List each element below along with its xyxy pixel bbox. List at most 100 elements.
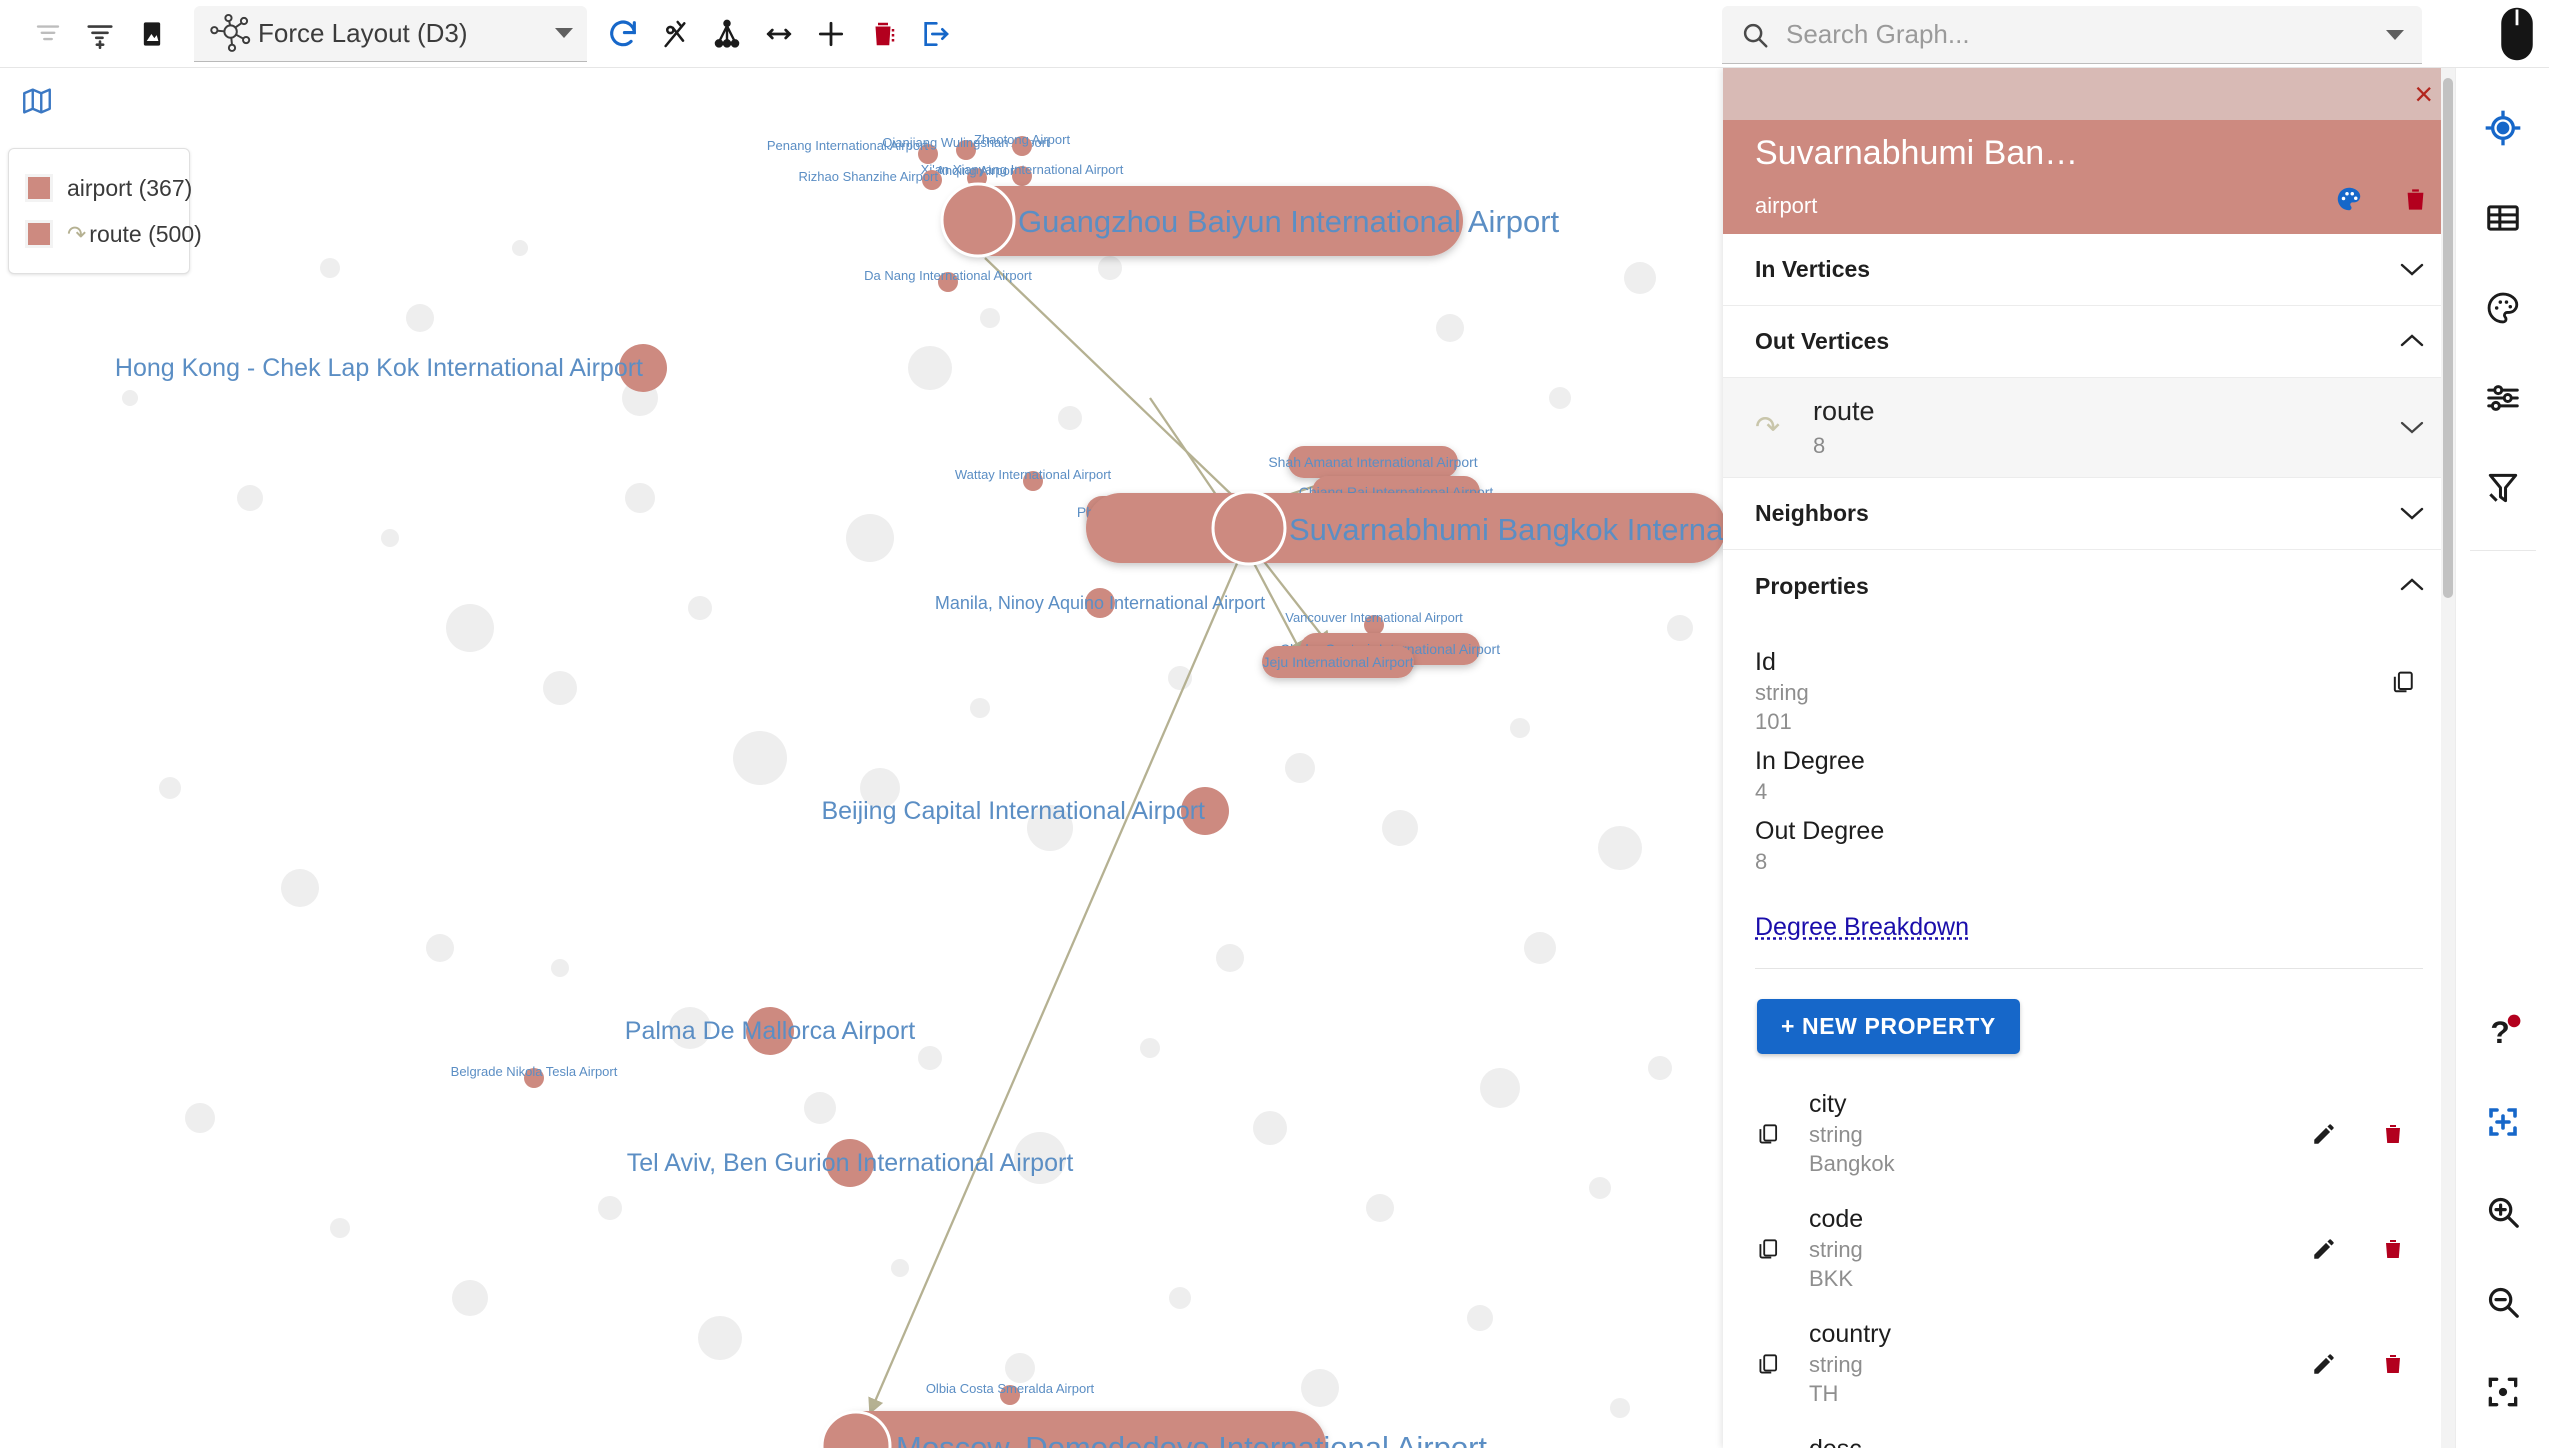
selected-node-guangzhou[interactable]: Guangzhou Baiyun International Airport	[942, 184, 1560, 256]
degree-breakdown-link[interactable]: Degree Breakdown	[1755, 913, 1969, 942]
properties-body: Id string 101 In Degree 4 Out Degree 8 D…	[1723, 622, 2455, 1448]
chevron-up-icon[interactable]	[2399, 573, 2425, 599]
pill-jeju[interactable]: Jeju International Airport	[1262, 646, 1414, 678]
node-zhaotong[interactable]: Zhaotong Airport	[974, 132, 1071, 156]
zoom-out-icon[interactable]	[2473, 1272, 2533, 1332]
out-vertex-item-route[interactable]: ↷ route 8	[1723, 378, 2455, 478]
detail-panel-scrollbar[interactable]	[2441, 68, 2455, 1448]
close-icon[interactable]: ×	[2414, 78, 2433, 110]
copy-icon[interactable]	[2389, 668, 2417, 696]
prop-value: 4	[1755, 779, 2423, 805]
table-icon[interactable]	[2473, 188, 2533, 248]
out-vertex-name: route	[1813, 396, 2399, 427]
copy-icon[interactable]	[1755, 1121, 1809, 1147]
node-label: Manila, Ninoy Aquino International Airpo…	[935, 593, 1265, 613]
fit-screen-icon[interactable]	[2473, 1092, 2533, 1152]
edit-icon[interactable]	[2311, 1236, 2337, 1262]
node-vancouver[interactable]: Vancouver International Airport	[1285, 610, 1463, 635]
delete-icon[interactable]	[2381, 1237, 2405, 1261]
node-rizhao[interactable]: Rizhao Shanzihe Airport	[799, 169, 942, 190]
image-icon[interactable]	[126, 8, 178, 60]
detail-panel-header: Suvarnabhumi Ban… airport	[1723, 120, 2455, 234]
search-bar[interactable]	[1722, 6, 2422, 64]
export-icon[interactable]	[909, 8, 961, 60]
collapse-tree-icon[interactable]	[22, 8, 74, 60]
add-icon[interactable]	[805, 8, 857, 60]
layout-select-label: Force Layout (D3)	[258, 18, 555, 49]
node-belgrade[interactable]: Belgrade Nikola Tesla Airport	[451, 1064, 618, 1088]
section-properties[interactable]: Properties	[1723, 550, 2455, 622]
expand-horizontal-icon[interactable]	[753, 8, 805, 60]
expand-tree-icon[interactable]	[74, 8, 126, 60]
cut-edge-icon[interactable]	[649, 8, 701, 60]
section-in-vertices[interactable]: In Vertices	[1723, 234, 2455, 306]
refresh-icon[interactable]	[597, 8, 649, 60]
node-olbia[interactable]: Olbia Costa Smeralda Airport	[926, 1381, 1095, 1405]
node-label: Zhaotong Airport	[974, 132, 1071, 147]
node-hongkong[interactable]: Hong Kong - Chek Lap Kok International A…	[115, 344, 667, 392]
delete-icon[interactable]	[2402, 186, 2429, 213]
copy-icon[interactable]	[1755, 1351, 1809, 1377]
delete-icon[interactable]	[2381, 1352, 2405, 1376]
chevron-down-icon[interactable]	[2399, 501, 2425, 527]
graph-nodes-layer[interactable]: Penang International Airport Qianjiang W…	[115, 132, 1463, 1448]
detail-header-actions	[2334, 184, 2429, 214]
legend-swatch[interactable]	[25, 220, 53, 248]
chevron-down-icon[interactable]	[2399, 415, 2425, 441]
pill-shah-amanat[interactable]: Shah Amanat International Airport	[1268, 446, 1477, 478]
chevron-down-icon	[555, 28, 573, 38]
section-out-vertices[interactable]: Out Vertices	[1723, 306, 2455, 378]
mouse-mode-icon[interactable]	[2496, 6, 2538, 67]
help-icon[interactable]: ?	[2473, 1002, 2533, 1062]
search-chevron-down-icon[interactable]	[2386, 30, 2404, 40]
new-property-button[interactable]: + NEW PROPERTY	[1757, 999, 2020, 1054]
section-neighbors[interactable]: Neighbors	[1723, 478, 2455, 550]
section-title: In Vertices	[1755, 256, 1870, 283]
chevron-up-icon[interactable]	[2399, 329, 2425, 355]
graph-layout-icon	[208, 13, 256, 53]
filter-icon[interactable]	[2473, 458, 2533, 518]
zoom-in-icon[interactable]	[2473, 1182, 2533, 1242]
node-danang[interactable]: Da Nang International Airport	[864, 268, 1032, 292]
property-row-city[interactable]: city string Bangkok	[1755, 1076, 2423, 1191]
legend-swatch[interactable]	[25, 174, 53, 202]
settings-sliders-icon[interactable]	[2473, 368, 2533, 428]
delete-icon[interactable]	[857, 8, 909, 60]
node-label: Jeju International Airport	[1263, 654, 1414, 670]
edit-icon[interactable]	[2311, 1121, 2337, 1147]
hierarchy-icon[interactable]	[701, 8, 753, 60]
legend-item-route[interactable]: ↷ route (500)	[25, 211, 169, 257]
edge-arrow-icon: ↷	[67, 221, 86, 248]
delete-icon[interactable]	[2381, 1122, 2405, 1146]
node-xian[interactable]: Xi'an Xianyang International Airport	[921, 162, 1124, 186]
property-row-code[interactable]: code string BKK	[1755, 1191, 2423, 1306]
node-label: Moscow, Domodedovo International Airport	[896, 1430, 1487, 1448]
prop-key: code	[1809, 1205, 2311, 1234]
detail-panel-scrollbar-thumb[interactable]	[2443, 78, 2453, 598]
prop-key: country	[1809, 1320, 2311, 1349]
edit-icon[interactable]	[2311, 1351, 2337, 1377]
palette-icon[interactable]	[2473, 278, 2533, 338]
section-title: Properties	[1755, 573, 1869, 600]
node-label: Wattay International Airport	[955, 467, 1112, 482]
layout-select[interactable]: Force Layout (D3)	[194, 6, 587, 62]
prop-key: city	[1809, 1090, 2311, 1119]
property-row-desc[interactable]: desc string Suvarnabhumi Bangkok Interna…	[1755, 1421, 2423, 1448]
copy-icon[interactable]	[1755, 1236, 1809, 1262]
node-label: Palma De Mallorca Airport	[625, 1017, 915, 1045]
chevron-down-icon[interactable]	[2399, 257, 2425, 283]
edge-arrow-icon: ↷	[1755, 410, 1813, 445]
legend-item-airport[interactable]: airport (367)	[25, 165, 169, 211]
palette-icon[interactable]	[2334, 184, 2364, 214]
map-icon[interactable]	[20, 84, 72, 136]
search-input[interactable]	[1786, 19, 2386, 50]
focus-target-icon[interactable]	[2473, 98, 2533, 158]
selected-node-moscow[interactable]: Moscow, Domodedovo International Airport	[822, 1411, 1487, 1448]
node-telaviv[interactable]: Tel Aviv, Ben Gurion International Airpo…	[627, 1139, 1074, 1187]
node-palma[interactable]: Palma De Mallorca Airport	[625, 1007, 915, 1055]
node-wattay[interactable]: Wattay International Airport	[955, 467, 1112, 491]
property-row-country[interactable]: country string TH	[1755, 1306, 2423, 1421]
center-focus-icon[interactable]	[2473, 1362, 2533, 1422]
section-title: Out Vertices	[1755, 328, 1889, 355]
prop-key: In Degree	[1755, 747, 2423, 776]
